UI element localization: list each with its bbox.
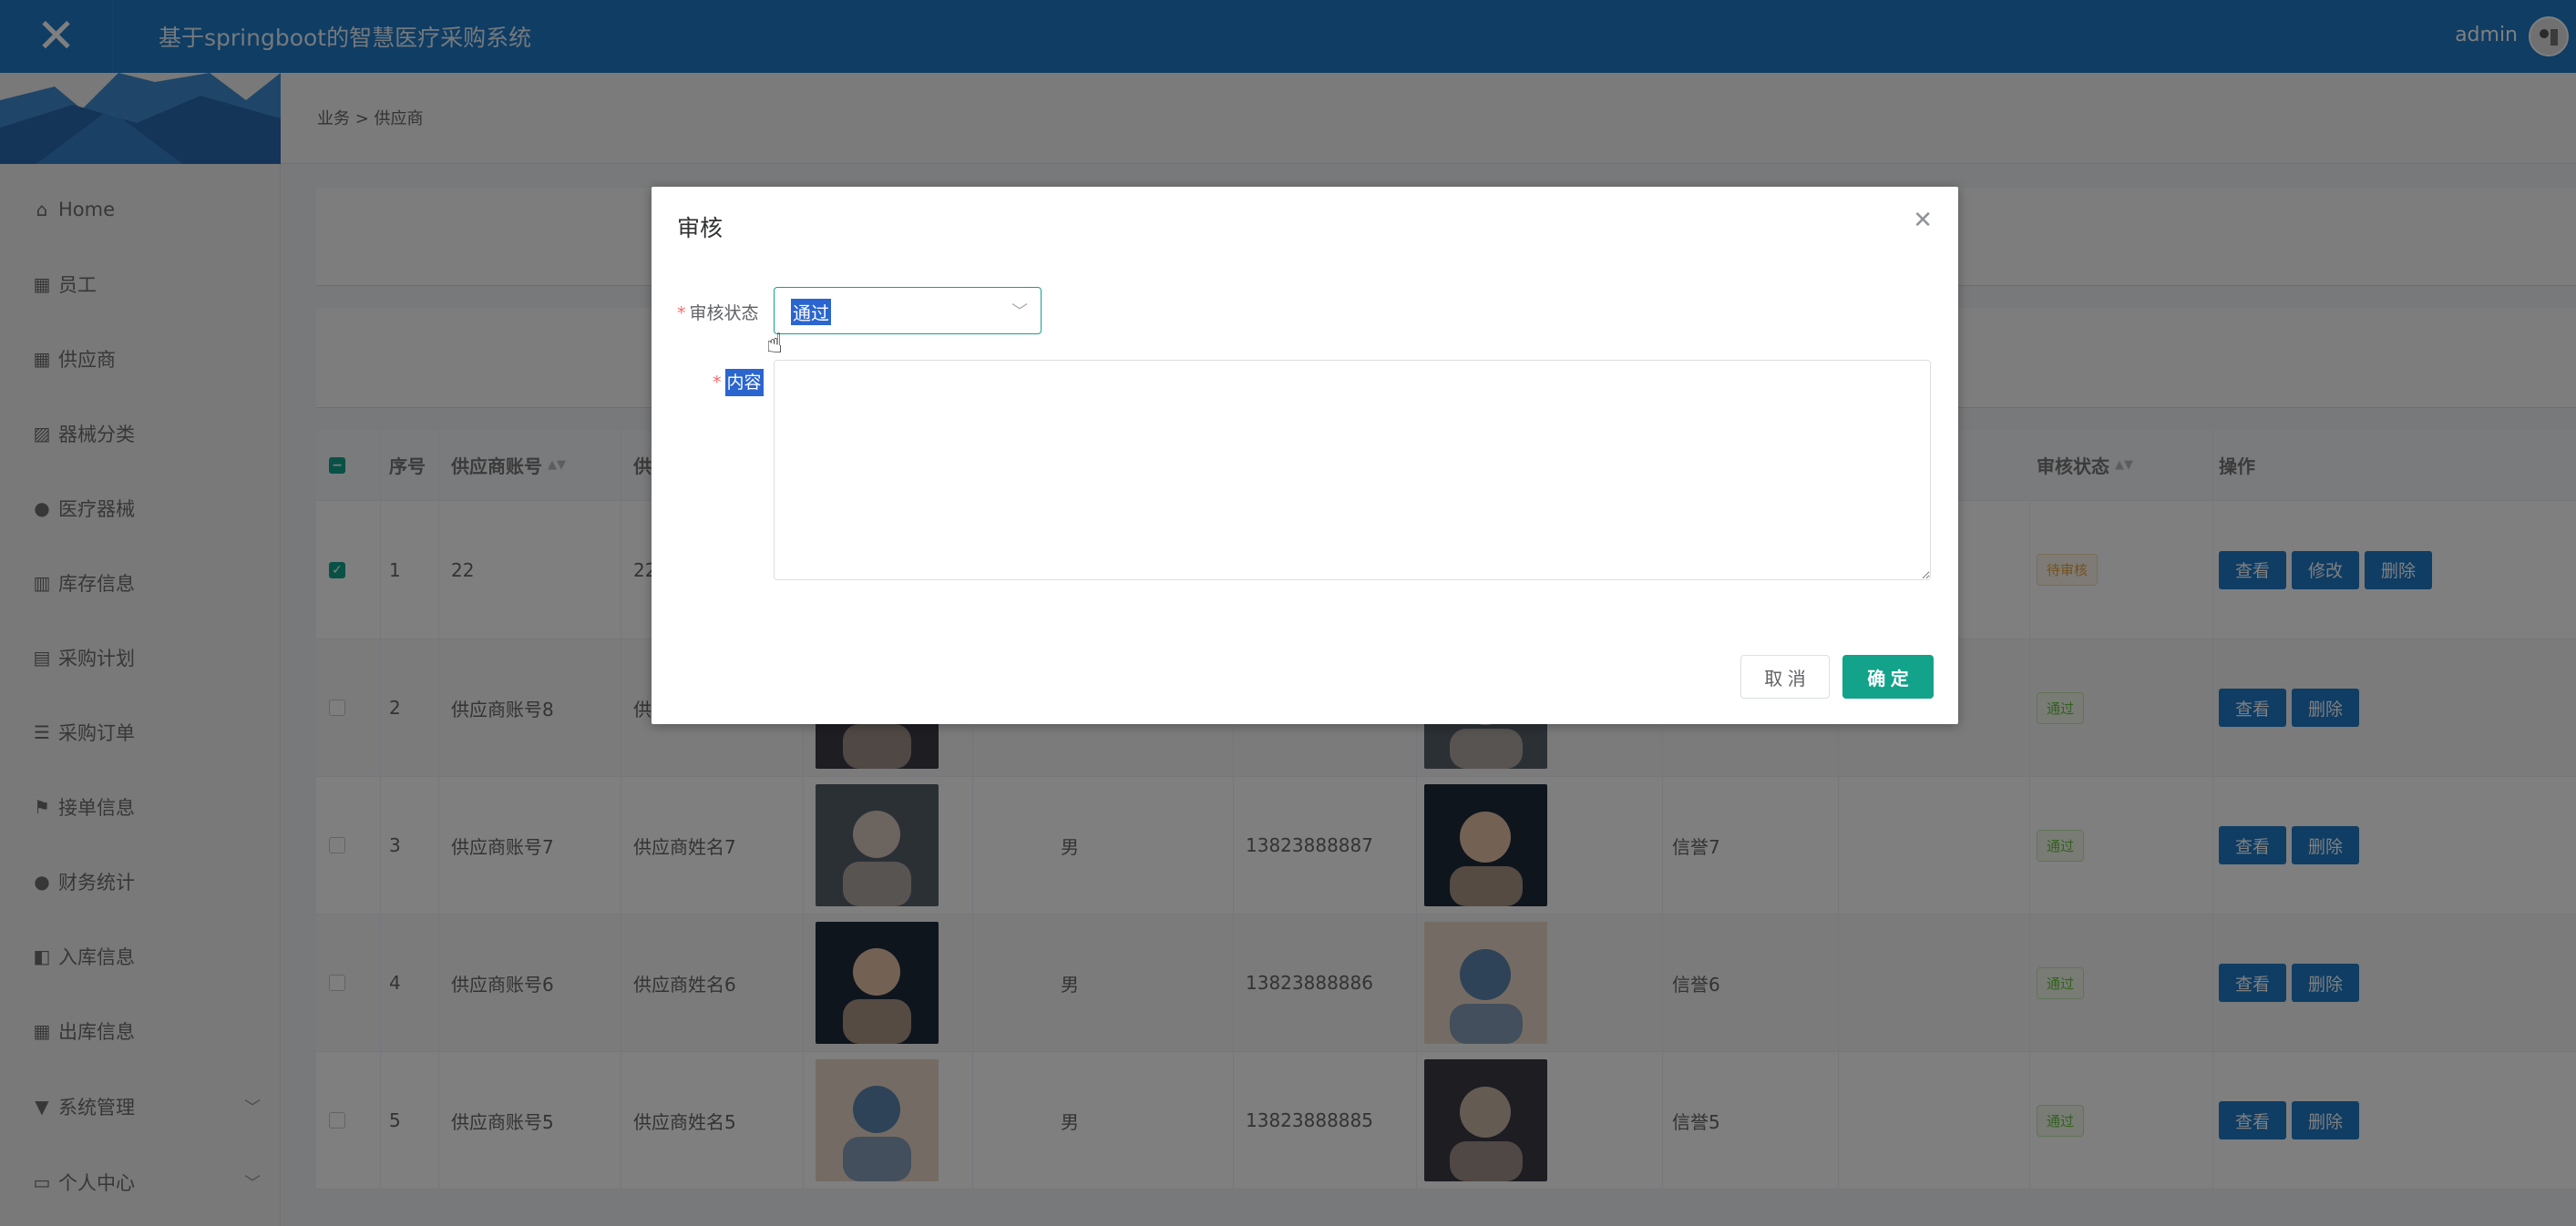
hand-cursor-icon: ☝: [766, 328, 784, 360]
required-mark: *: [713, 373, 722, 393]
status-label-text: 审核状态: [689, 303, 759, 323]
content-field-label: * 内容: [713, 369, 764, 396]
status-select[interactable]: 通过 ﹀: [774, 287, 1042, 334]
cancel-button[interactable]: 取 消: [1740, 655, 1830, 699]
content-label-text: 内容: [724, 369, 764, 396]
audit-dialog: 审核 ✕ * 审核状态 通过 ﹀ * 内容 取 消 确 定: [652, 187, 1958, 724]
chevron-down-icon: ﹀: [1011, 302, 1028, 322]
dialog-close-icon[interactable]: ✕: [1913, 207, 1933, 234]
content-textarea[interactable]: [774, 360, 1931, 580]
confirm-button[interactable]: 确 定: [1842, 655, 1934, 699]
status-select-value: 通过: [791, 299, 831, 325]
required-mark: *: [677, 303, 686, 323]
dialog-title: 审核: [677, 215, 724, 241]
status-field-label: * 审核状态: [677, 300, 759, 324]
